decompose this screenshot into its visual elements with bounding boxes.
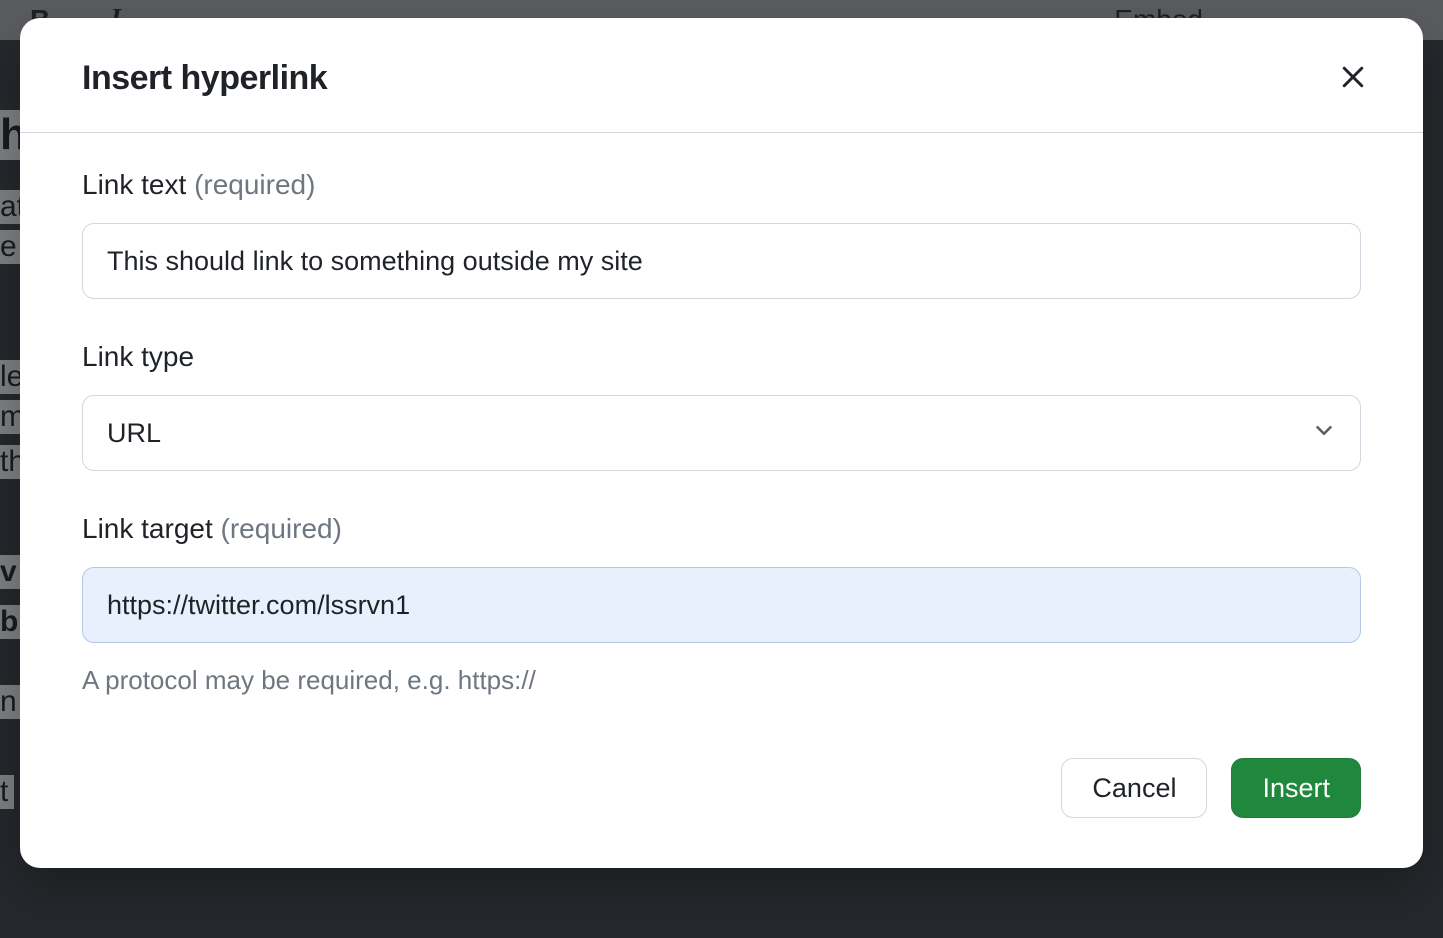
- modal-footer: Cancel Insert: [20, 748, 1423, 868]
- link-target-field: Link target (required) A protocol may be…: [82, 513, 1361, 696]
- insert-hyperlink-modal: Insert hyperlink Link text (required) Li…: [20, 18, 1423, 868]
- modal-header: Insert hyperlink: [20, 18, 1423, 133]
- label-text: Link type: [82, 341, 194, 372]
- label-text: Link text: [82, 169, 186, 200]
- modal-body: Link text (required) Link type Link targ…: [20, 133, 1423, 748]
- close-button[interactable]: [1333, 58, 1373, 98]
- label-text: Link target: [82, 513, 213, 544]
- link-text-field: Link text (required): [82, 169, 1361, 299]
- link-text-input[interactable]: [82, 223, 1361, 299]
- required-hint: (required): [221, 513, 342, 544]
- link-type-select[interactable]: [82, 395, 1361, 471]
- link-type-field: Link type: [82, 341, 1361, 471]
- cancel-button[interactable]: Cancel: [1061, 758, 1207, 818]
- insert-button[interactable]: Insert: [1231, 758, 1361, 818]
- close-icon: [1338, 62, 1368, 95]
- link-target-label: Link target (required): [82, 513, 1361, 545]
- link-type-select-wrap: [82, 395, 1361, 471]
- link-text-label: Link text (required): [82, 169, 1361, 201]
- required-hint: (required): [194, 169, 315, 200]
- modal-title: Insert hyperlink: [82, 59, 327, 98]
- link-target-input[interactable]: [82, 567, 1361, 643]
- link-target-hint: A protocol may be required, e.g. https:/…: [82, 665, 1361, 696]
- link-type-label: Link type: [82, 341, 1361, 373]
